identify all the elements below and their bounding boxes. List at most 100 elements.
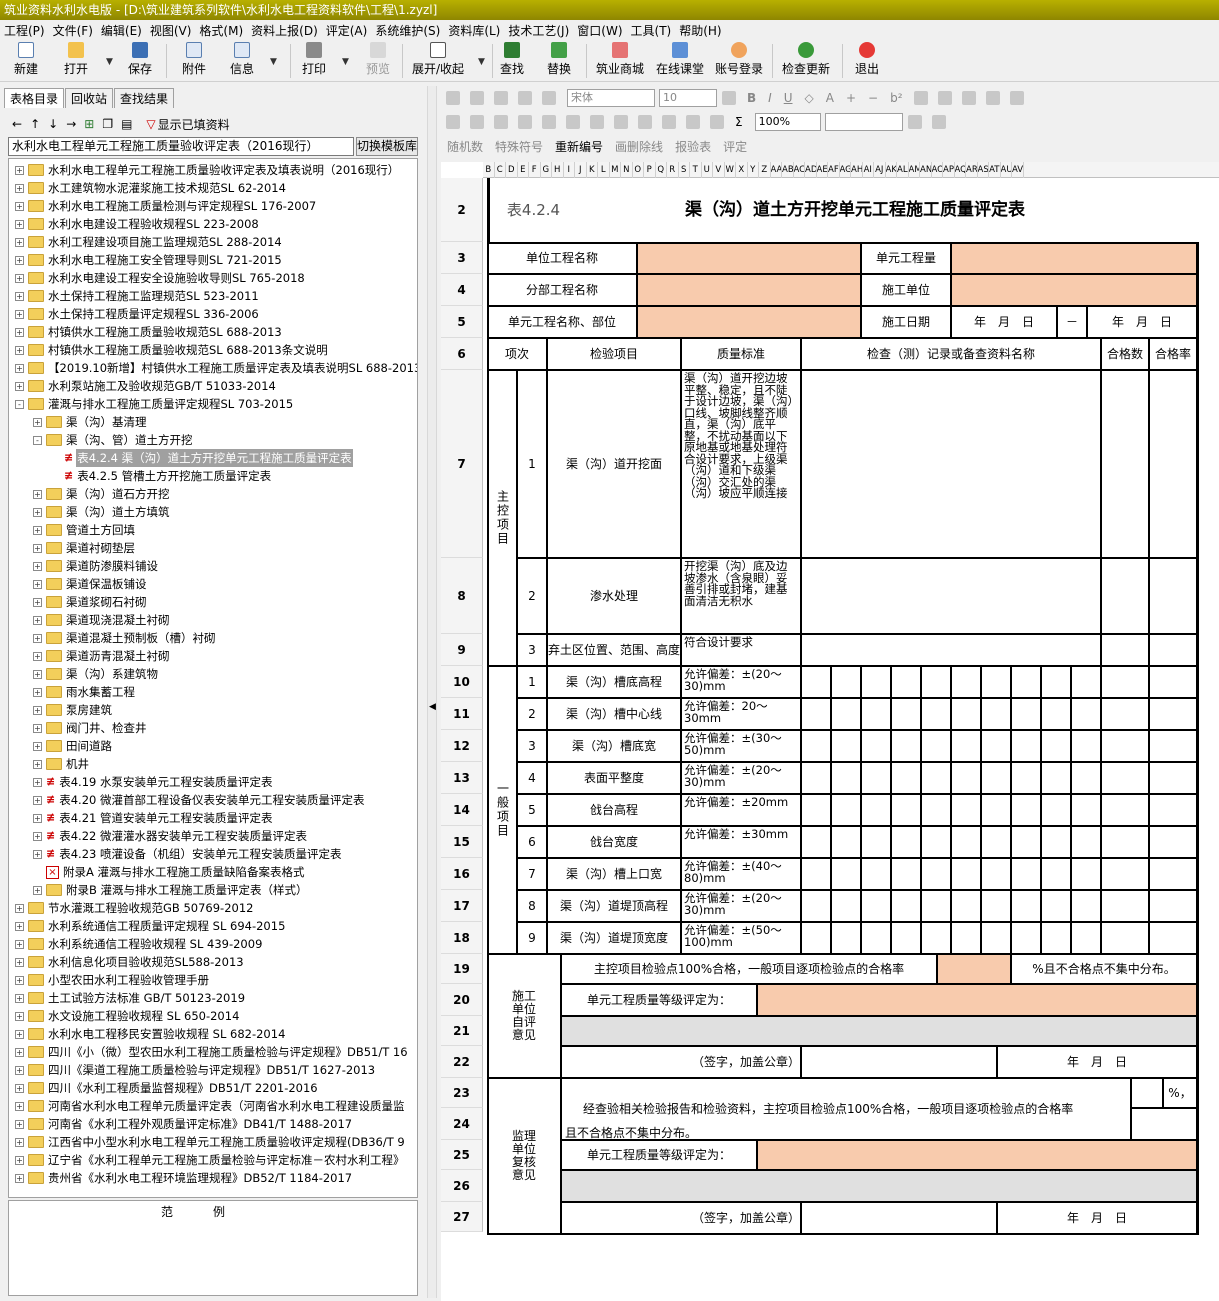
italic-icon[interactable]: I [768,91,772,105]
measure-cell[interactable] [831,890,861,922]
tree-item[interactable]: + 村镇供水工程施工质量验收规范SL 688-2013 [9,323,417,341]
expand-icon[interactable]: + [15,237,24,247]
collapse-left-icon[interactable]: ◀ [429,702,436,712]
report-form-button[interactable]: 报验表 [675,138,711,155]
border-color-icon[interactable] [931,115,946,129]
measure-cell[interactable] [921,730,951,762]
tree-item[interactable]: + 河南省《水利工程外观质量评定标准》DB41/T 1488-2017 [9,1115,417,1133]
expand-icon[interactable]: + [15,1137,24,1147]
expand-icon[interactable]: + [33,741,42,751]
measure-cell[interactable] [981,730,1011,762]
table-icon[interactable] [494,115,508,129]
contractor-sign-input[interactable] [801,1046,997,1078]
expand-icon[interactable]: + [15,1173,24,1183]
menu-help[interactable]: 帮助(H) [679,22,721,39]
row-number[interactable]: 12 [441,730,483,762]
measure-cell[interactable] [951,858,981,890]
row-number[interactable]: 26 [441,1170,483,1202]
tree-item[interactable]: + ≢ 表4.21 管道安装单元工程安装质量评定表 [9,809,417,827]
column-label[interactable]: O [633,162,644,178]
column-label[interactable]: J [575,162,587,178]
tree-item[interactable]: + 渠道现浇混凝土衬砌 [9,611,417,629]
tree-item[interactable]: + 水利水电建设工程安全设施验收导则SL 765-2018 [9,269,417,287]
menu-tools[interactable]: 工具(T) [631,22,672,39]
measure-cell[interactable] [831,794,861,826]
tree-item[interactable]: + 水利信息化项目验收规范SL588-2013 [9,953,417,971]
column-label[interactable]: AL [897,162,909,178]
open-button[interactable]: 打开 [64,41,88,81]
font-size-select[interactable]: 10 [659,89,717,107]
measure-cell[interactable] [801,922,831,954]
pass-rate-cell[interactable] [1149,666,1197,698]
menu-edit[interactable]: 编辑(E) [101,22,142,39]
pass-count-cell[interactable] [1101,922,1149,954]
tree-item[interactable]: + 土工试验方法标准 GB/T 50123-2019 [9,989,417,1007]
column-label[interactable]: X [736,162,748,178]
measure-cell[interactable] [981,666,1011,698]
measure-cell[interactable] [831,698,861,730]
measure-cell[interactable] [921,858,951,890]
column-label[interactable]: R [667,162,679,178]
expand-icon[interactable]: + [33,795,42,805]
measure-cell[interactable] [981,698,1011,730]
pass-count-cell[interactable] [1101,794,1149,826]
contractor-input[interactable] [951,274,1197,306]
tree-item[interactable]: + 渠道防渗膜料铺设 [9,557,417,575]
add-table-icon[interactable]: ⊞ [84,117,94,131]
menu-window[interactable]: 窗口(W) [577,22,622,39]
row-number[interactable]: 15 [441,826,483,858]
underline-icon[interactable]: U [784,91,793,105]
tree-item[interactable]: + 小型农田水利工程验收管理手册 [9,971,417,989]
measure-cell[interactable] [891,922,921,954]
column-label[interactable]: Z [759,162,771,178]
column-label[interactable]: AH [851,162,863,178]
add-row-icon[interactable]: + [846,91,856,105]
pass-rate-cell[interactable] [1149,558,1197,634]
image-icon[interactable] [566,115,580,129]
arrow-left-icon[interactable]: ← [12,117,22,131]
measure-cell[interactable] [951,698,981,730]
measure-cell[interactable] [1041,730,1071,762]
measure-cell[interactable] [981,762,1011,794]
outdent-icon[interactable] [638,115,652,129]
tree-item[interactable]: + 渠（沟）系建筑物 [9,665,417,683]
measure-cell[interactable] [831,826,861,858]
measure-cell[interactable] [921,666,951,698]
measure-cell[interactable] [1011,666,1041,698]
tree-item[interactable]: + 四川《渠道工程施工质量检验与评定规程》DB51/T 1627-2013 [9,1061,417,1079]
tree-item[interactable]: + 村镇供水工程施工质量验收规范SL 688-2013条文说明 [9,341,417,359]
measure-cell[interactable] [981,858,1011,890]
paste-icon[interactable] [494,91,508,105]
expand-icon[interactable]: + [33,651,42,661]
measure-cell[interactable] [951,826,981,858]
expand-icon[interactable]: + [15,921,24,931]
expand-icon[interactable]: + [15,255,24,265]
new-button[interactable]: 新建 [14,41,38,81]
column-label[interactable]: S [679,162,690,178]
pass-count-cell[interactable] [1101,762,1149,794]
column-label[interactable]: AI [863,162,874,178]
column-label[interactable]: AP [943,162,955,178]
column-label[interactable]: C [495,162,506,178]
tree-item[interactable]: + 泵房建筑 [9,701,417,719]
measure-cell[interactable] [861,858,891,890]
tree-item[interactable]: - 渠（沟、管）道土方开挖 [9,431,417,449]
measure-cell[interactable] [1041,826,1071,858]
arrow-down-icon[interactable]: ↓ [48,117,58,131]
check-update-button[interactable]: 检查更新 [782,41,830,81]
tree-item[interactable]: + 【2019.10新增】村镇供水工程施工质量评定表及填表说明SL 688-201… [9,359,417,377]
column-label[interactable]: AT [989,162,1001,178]
expand-icon[interactable]: + [15,327,24,337]
panel-splitter[interactable]: ◀ [427,86,437,1298]
border-icon[interactable] [686,115,700,129]
tree-item[interactable]: + 江西省中小型水利水电工程单元工程施工质量验收评定规程(DB36/T 9 [9,1133,417,1151]
pass-rate-cell[interactable] [1149,858,1197,890]
tree-item[interactable]: + 水利泵站施工及验收规范GB/T 51033-2014 [9,377,417,395]
expand-icon[interactable]: + [15,345,24,355]
measure-cell[interactable] [921,922,951,954]
tree-item[interactable]: + 渠（沟）道土方填筑 [9,503,417,521]
expand-icon[interactable]: + [15,939,24,949]
measure-cell[interactable] [891,666,921,698]
open-dropdown-icon[interactable]: ▼ [106,57,113,67]
sum-icon[interactable]: Σ [735,115,743,129]
